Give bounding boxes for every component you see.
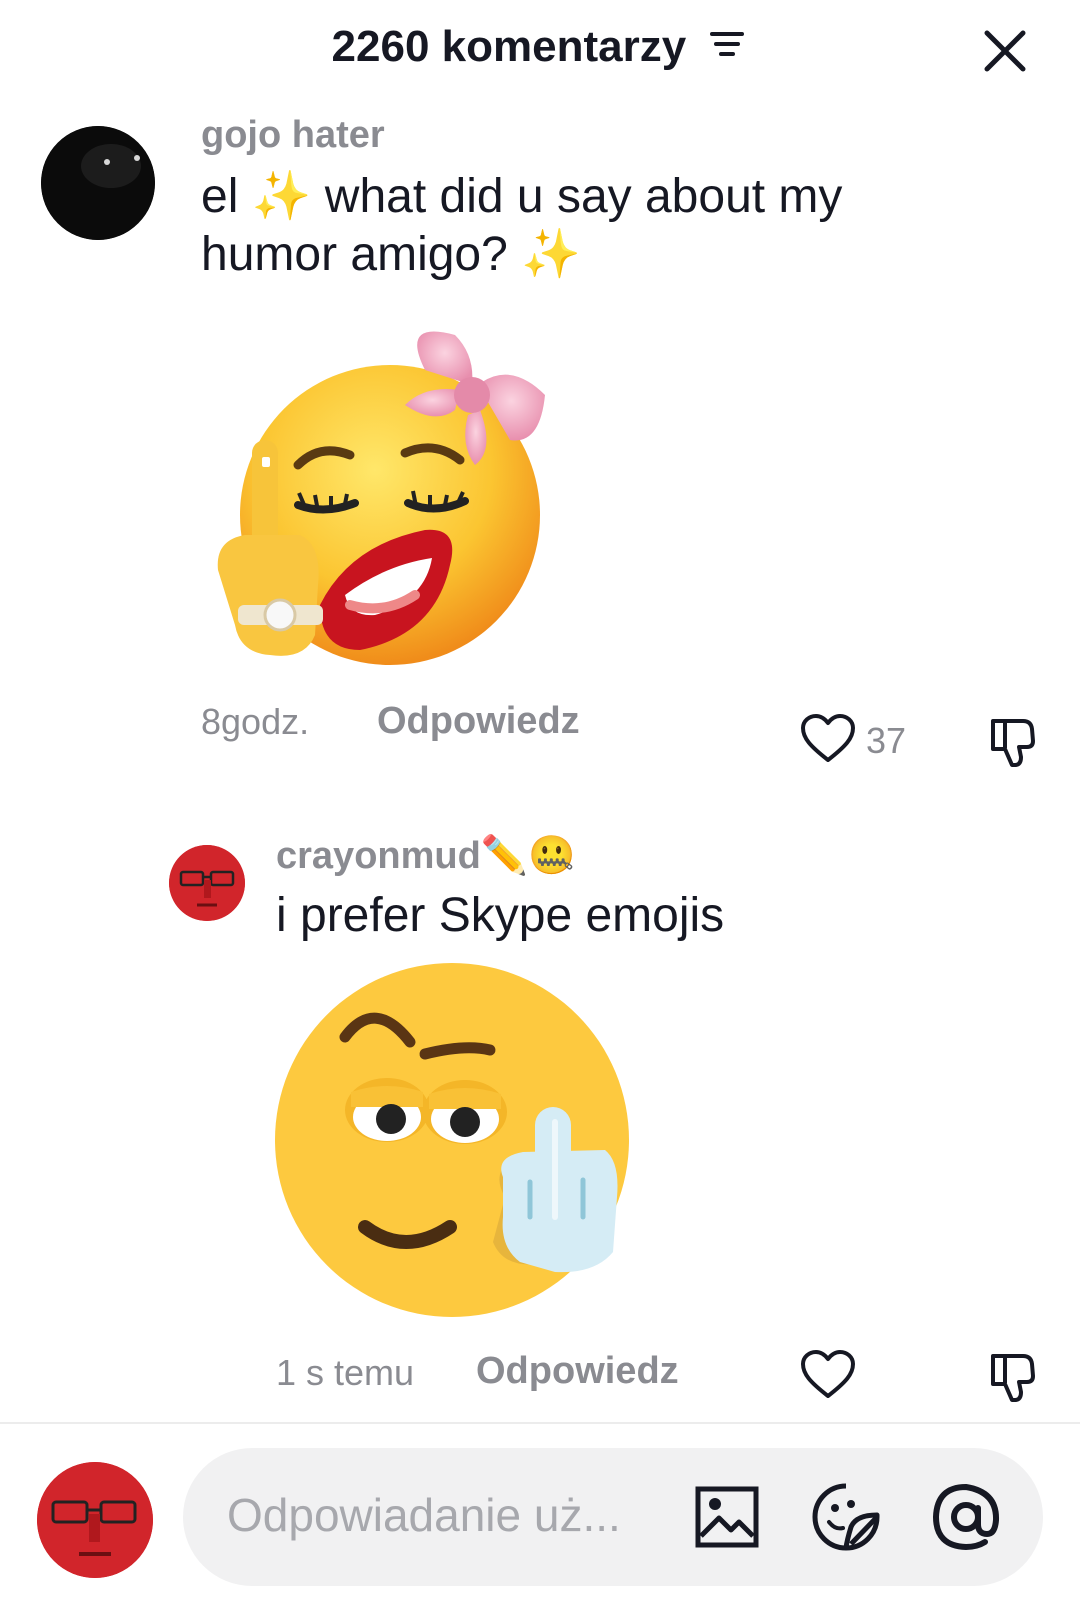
comments-header: 2260 komentarzy	[0, 0, 1080, 100]
comment-count: 2260 komentarzy	[331, 22, 687, 71]
reply-button[interactable]: Odpowiedz	[476, 1350, 679, 1393]
avatar[interactable]	[41, 126, 155, 240]
heart-icon	[801, 1350, 855, 1398]
avatar[interactable]	[169, 845, 245, 921]
reply-button[interactable]: Odpowiedz	[377, 700, 580, 743]
image-icon[interactable]	[695, 1486, 759, 1548]
like-button[interactable]	[800, 1349, 856, 1401]
sticker-icon[interactable]	[811, 1482, 881, 1552]
comment-username-text: crayonmud	[276, 835, 481, 877]
like-count: 37	[866, 720, 907, 761]
composer-divider	[0, 1422, 1080, 1424]
comment-username[interactable]: crayonmud✏️🤐	[276, 834, 575, 878]
reply-input[interactable]: Odpowiadanie uż...	[183, 1448, 1043, 1586]
sticker-skype-emoji[interactable]	[275, 962, 635, 1322]
like-button[interactable]	[800, 713, 856, 765]
close-icon[interactable]	[982, 28, 1028, 74]
comment-username[interactable]: gojo hater	[201, 114, 385, 157]
mention-icon[interactable]	[931, 1482, 1001, 1552]
comment-text: el ✨ what did u say about my humor amigo…	[201, 168, 842, 284]
username-emoji: ✏️🤐	[480, 835, 576, 877]
comment-text: i prefer Skype emojis	[276, 889, 725, 942]
comment-text-line: humor amigo? ✨	[201, 228, 581, 281]
comment-timestamp: 1 s temu	[276, 1352, 415, 1393]
heart-icon	[801, 714, 855, 762]
avatar[interactable]	[37, 1462, 153, 1578]
dislike-icon[interactable]	[985, 1350, 1039, 1404]
dislike-icon[interactable]	[985, 715, 1039, 769]
sticker-sassy-bow-emoji[interactable]	[210, 315, 570, 675]
comment-timestamp: 8godz.	[201, 701, 310, 742]
reply-input-placeholder: Odpowiadanie uż...	[227, 1489, 621, 1541]
comments-title: 2260 komentarzy	[0, 22, 1080, 72]
comment-text-line: el ✨ what did u say about my	[201, 170, 843, 223]
filter-icon[interactable]	[708, 20, 748, 70]
